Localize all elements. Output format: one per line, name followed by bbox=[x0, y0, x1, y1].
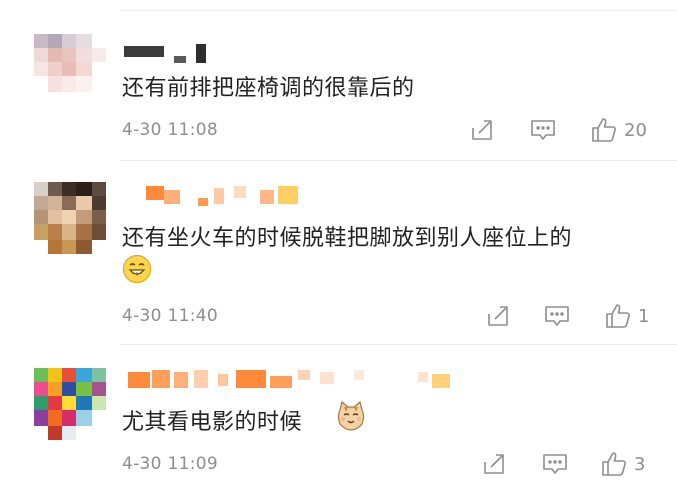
like-count: 1 bbox=[638, 305, 650, 327]
comment-time: 4-30 11:09 bbox=[122, 454, 218, 474]
comment-button[interactable] bbox=[542, 452, 568, 476]
comment-button[interactable] bbox=[530, 118, 556, 142]
share-icon bbox=[488, 306, 508, 326]
thumbs-up-icon bbox=[602, 452, 626, 476]
comment-icon bbox=[545, 306, 569, 326]
comment-text: 还有前排把座椅调的很靠后的 bbox=[122, 76, 415, 101]
comment-time: 4-30 11:08 bbox=[122, 120, 218, 140]
like-button[interactable]: 3 bbox=[600, 450, 645, 478]
share-button[interactable] bbox=[486, 304, 510, 328]
like-button[interactable]: 20 bbox=[590, 116, 647, 144]
comment-icon bbox=[543, 454, 567, 474]
thumbs-up-icon bbox=[592, 118, 616, 142]
like-count: 3 bbox=[634, 453, 646, 475]
share-icon bbox=[484, 454, 504, 474]
like-count: 20 bbox=[624, 119, 647, 141]
share-button[interactable] bbox=[482, 452, 506, 476]
comment-divider bbox=[120, 160, 677, 161]
comment-text: 还有坐火车的时候脱鞋把脚放到别人座位上的 bbox=[122, 226, 573, 251]
cat-emoji bbox=[336, 400, 366, 436]
avatar[interactable] bbox=[34, 34, 106, 106]
comment-button[interactable] bbox=[544, 304, 570, 328]
avatar[interactable] bbox=[34, 182, 106, 254]
like-button[interactable]: 1 bbox=[604, 302, 649, 330]
comment-icon bbox=[531, 120, 555, 140]
comment-text: 尤其看电影的时候 bbox=[122, 410, 303, 435]
grinning-emoji bbox=[122, 254, 152, 288]
avatar[interactable] bbox=[34, 368, 106, 440]
share-button[interactable] bbox=[470, 118, 494, 142]
share-icon bbox=[472, 120, 492, 140]
top-divider bbox=[120, 10, 677, 11]
thumbs-up-icon bbox=[606, 304, 630, 328]
comment-divider bbox=[120, 344, 677, 345]
comment-time: 4-30 11:40 bbox=[122, 306, 218, 326]
